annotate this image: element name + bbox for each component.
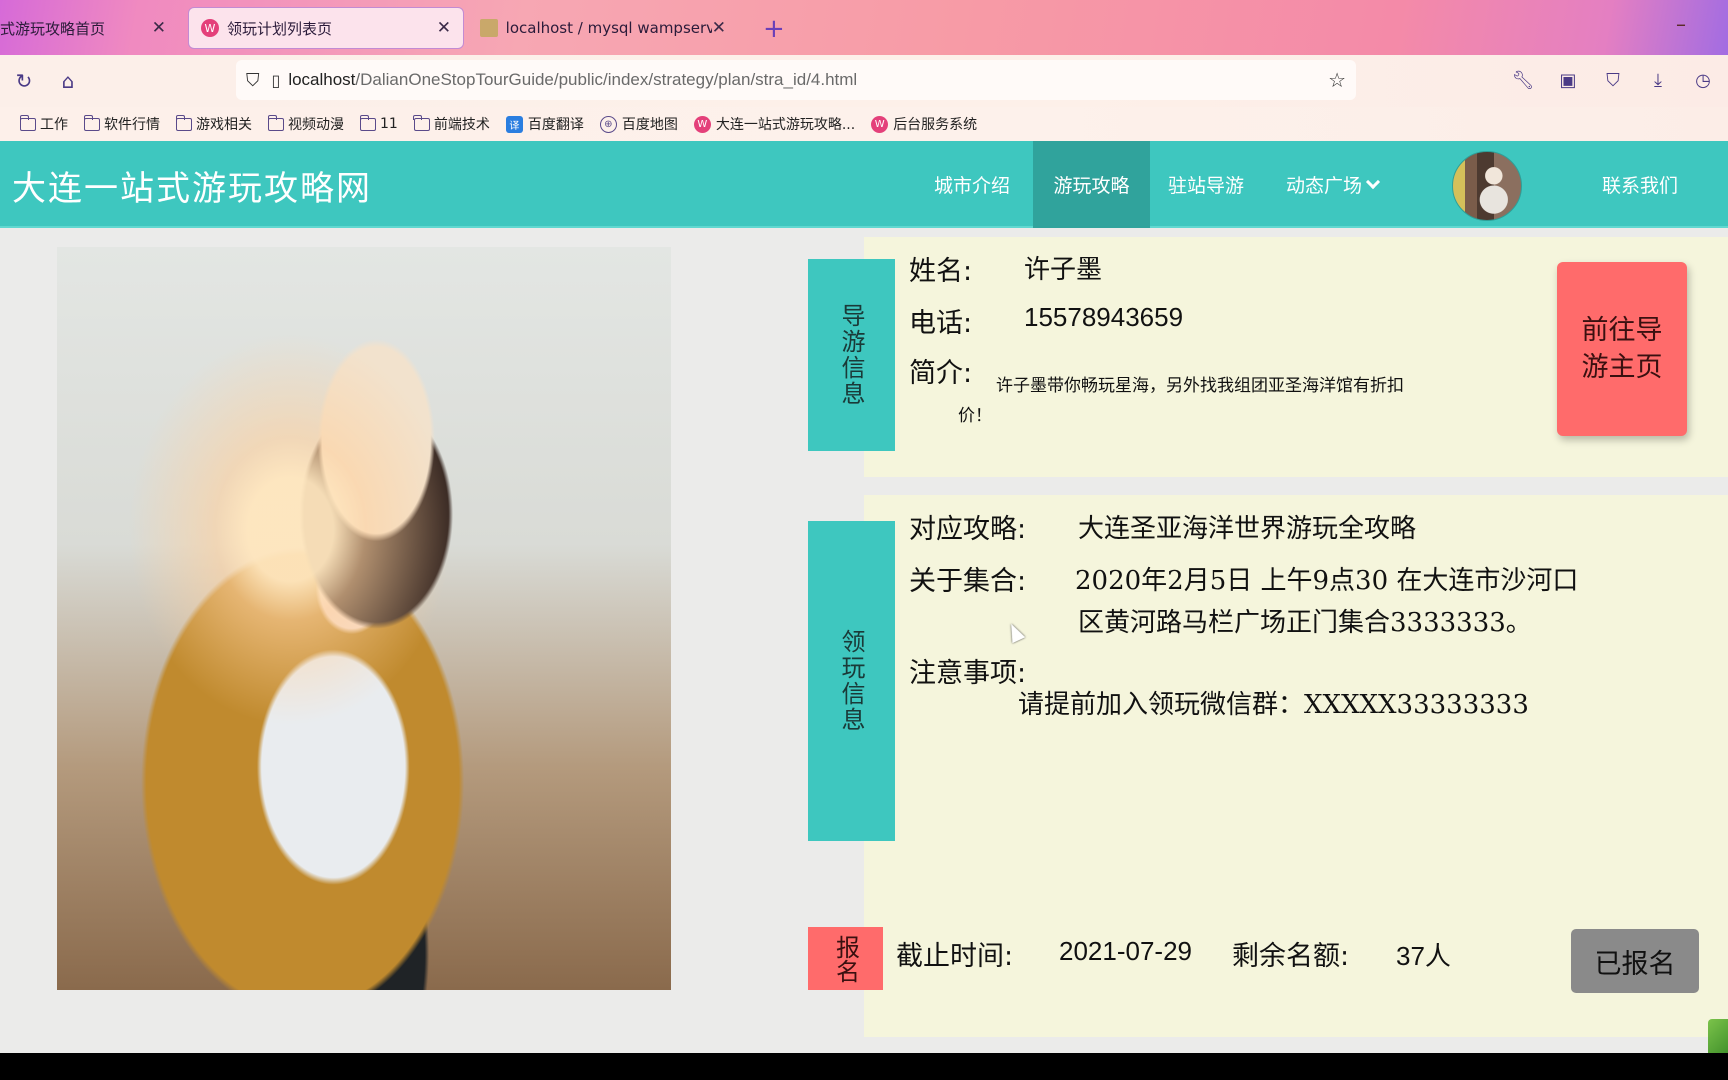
wamp-icon: W — [871, 115, 889, 133]
nav-city-intro[interactable]: 城市介绍 — [916, 141, 1028, 228]
bookmark-label: 百度地图 — [621, 117, 678, 133]
bookmark-label: 工作 — [40, 117, 68, 133]
bookmark-label: 前端技术 — [433, 117, 490, 133]
guide-phone-label: 电话: — [909, 308, 973, 339]
folder-icon — [267, 114, 284, 131]
folder-icon — [83, 114, 100, 131]
meeting-value-line2: 区黄河路马栏广场正门集合3333333。 — [1078, 608, 1532, 638]
screen-bottom-bar — [0, 1053, 1728, 1080]
bookmark-link[interactable]: ⊕ 百度地图 — [599, 114, 678, 134]
bookmark-folder[interactable]: 11 — [359, 114, 398, 132]
phpmyadmin-icon — [480, 19, 498, 37]
star-icon[interactable]: ☆ — [1328, 68, 1346, 92]
url-text[interactable]: localhost/DalianOneStopTourGuide/public/… — [288, 70, 857, 90]
bookmark-link[interactable]: W 大连一站式游玩攻略... — [693, 114, 856, 134]
download-icon[interactable]: ⤓ — [1645, 67, 1671, 93]
close-icon[interactable]: ✕ — [437, 18, 451, 38]
tab-label: localhost / mysql wampserve — [505, 19, 712, 37]
browser-chrome: 式游玩攻略首页 ✕ W 领玩计划列表页 ✕ localhost / mysql … — [0, 0, 1728, 141]
wamp-icon: W — [201, 19, 219, 37]
folder-icon — [175, 114, 192, 131]
close-icon[interactable]: ✕ — [152, 18, 166, 38]
strategy-label: 对应攻略: — [909, 514, 1027, 545]
home-icon[interactable]: ⌂ — [54, 67, 82, 95]
notes-value: 请提前加入领玩微信群：XXXXX33333333 — [1018, 690, 1529, 720]
meeting-label: 关于集合: — [909, 566, 1027, 597]
tab-label: 式游玩攻略首页 — [0, 19, 106, 38]
nav-contact-us[interactable]: 联系我们 — [1584, 141, 1696, 228]
guide-name-value: 许子墨 — [1024, 255, 1103, 285]
new-tab-button[interactable]: + — [763, 14, 785, 44]
nav-label: 动态广场 — [1286, 175, 1363, 197]
reader-icon[interactable]: ▣ — [1555, 67, 1581, 93]
tab-homepage[interactable]: 式游玩攻略首页 ✕ — [0, 7, 178, 49]
nav-strategy[interactable]: 游玩攻略 — [1033, 141, 1150, 228]
deadline-label: 截止时间: — [896, 941, 1014, 972]
bookmarks-bar: 工作 软件行情 游戏相关 视频动漫 11 前端技术 译百度翻译 ⊕ 百度地图 W大… — [0, 107, 1728, 141]
tab-strip: 式游玩攻略首页 ✕ W 领玩计划列表页 ✕ localhost / mysql … — [0, 0, 1728, 55]
url-host: localhost — [288, 70, 356, 89]
bookmark-label: 11 — [380, 116, 398, 132]
tab-plan-list[interactable]: W 领玩计划列表页 ✕ — [188, 7, 464, 49]
notes-label: 注意事项: — [909, 658, 1027, 689]
plan-info-tab: 领玩信息 — [808, 521, 895, 841]
page-icon: ▯ — [271, 70, 281, 90]
globe-icon: ⊕ — [599, 115, 617, 133]
bookmark-folder[interactable]: 工作 — [19, 114, 68, 134]
url-path: /DalianOneStopTourGuide/public/index/str… — [355, 70, 858, 89]
tab-phpmyadmin[interactable]: localhost / mysql wampserve ✕ — [468, 7, 738, 49]
shield-icon[interactable]: ⛉ — [246, 70, 260, 91]
bookmark-label: 视频动漫 — [288, 117, 344, 133]
meeting-value-line1: 2020年2月5日 上午9点30 在大连市沙河口 — [1075, 566, 1579, 596]
bookmark-folder[interactable]: 视频动漫 — [267, 114, 344, 134]
bookmark-link[interactable]: W 后台服务系统 — [871, 114, 977, 134]
remaining-label: 剩余名额: — [1232, 941, 1350, 972]
guide-photo — [57, 247, 671, 990]
site-logo-title[interactable]: 大连一站式游玩攻略网 — [12, 161, 372, 210]
guide-name-label: 姓名: — [909, 256, 973, 287]
address-bar[interactable]: ⛉ ▯ localhost/DalianOneStopTourGuide/pub… — [236, 60, 1356, 100]
chevron-down-icon — [1365, 174, 1381, 189]
pocket-icon[interactable]: ⛉ — [1600, 67, 1626, 93]
bookmark-folder[interactable]: 软件行情 — [83, 114, 160, 134]
site-header: 大连一站式游玩攻略网 城市介绍 游玩攻略 驻站导游 动态广场 联系我们 — [0, 141, 1728, 228]
bookmark-link[interactable]: 译百度翻译 — [505, 114, 584, 134]
strategy-value[interactable]: 大连圣亚海洋世界游玩全攻略 — [1078, 508, 1416, 545]
bookmark-folder[interactable]: 前端技术 — [413, 114, 490, 134]
wamp-icon: W — [693, 115, 711, 133]
bookmark-folder[interactable]: 游戏相关 — [175, 114, 252, 134]
bookmark-label: 游戏相关 — [196, 117, 252, 133]
deadline-value: 2021-07-29 — [1059, 936, 1192, 966]
bookmark-label: 后台服务系统 — [893, 117, 978, 133]
wrench-icon[interactable]: 🔧︎ — [1510, 67, 1536, 93]
reload-icon[interactable]: ↻ — [10, 67, 38, 95]
folder-icon — [359, 114, 376, 131]
bookmark-label: 软件行情 — [104, 117, 160, 133]
corner-logo-icon — [1708, 1019, 1728, 1053]
signed-up-button[interactable]: 已报名 — [1571, 929, 1699, 993]
bookmark-label: 大连一站式游玩攻略... — [715, 117, 856, 133]
folder-icon — [413, 114, 430, 131]
user-avatar[interactable] — [1452, 151, 1522, 221]
goto-guide-homepage-button[interactable]: 前往导游主页 — [1557, 262, 1687, 436]
navigation-bar: ↻ ⌂ ⛉ ▯ localhost/DalianOneStopTourGuide… — [0, 55, 1728, 107]
guide-phone-value: 15578943659 — [1024, 302, 1184, 332]
baidu-translate-icon: 译 — [505, 115, 523, 133]
tab-label: 领玩计划列表页 — [227, 19, 333, 38]
signup-tab: 报名 — [808, 927, 883, 990]
folder-icon — [19, 114, 36, 131]
guide-info-tab: 导游信息 — [808, 259, 895, 451]
remaining-value: 37人 — [1396, 941, 1451, 971]
history-icon[interactable]: ◷ — [1690, 67, 1716, 93]
nav-dynamic-square[interactable]: 动态广场 — [1268, 141, 1396, 228]
close-icon[interactable]: ✕ — [712, 18, 726, 38]
guide-intro-value: 许子墨带你畅玩星海，另外找我组团亚圣海洋馆有折扣价！ — [958, 376, 1404, 426]
nav-resident-guides[interactable]: 驻站导游 — [1150, 141, 1262, 228]
page-content: 大连一站式游玩攻略网 城市介绍 游玩攻略 驻站导游 动态广场 联系我们 导游信息… — [0, 141, 1728, 1053]
bookmark-label: 百度翻译 — [527, 117, 584, 133]
minimize-button[interactable]: – — [1676, 12, 1686, 36]
